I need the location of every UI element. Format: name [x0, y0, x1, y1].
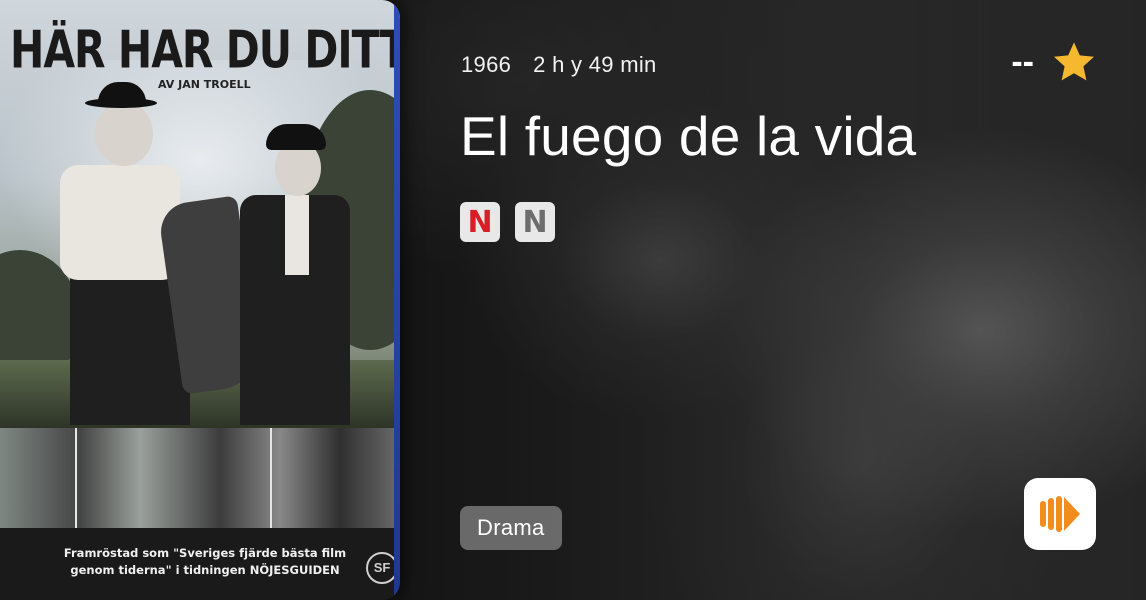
poster-caption-line: Framröstad som "Sveriges fjärde bästa fi… [63, 546, 347, 560]
poster-title: HÄR HAR DU DITT LIV [10, 20, 400, 80]
netflix-icon[interactable]: N [460, 202, 500, 242]
movie-title: El fuego de la vida [460, 105, 917, 167]
poster-strip-divider [270, 428, 272, 528]
rating[interactable]: -- [1011, 38, 1098, 86]
poster-edge [394, 0, 400, 600]
poster-caption: Framröstad som "Sveriges fjärde bästa fi… [60, 545, 350, 579]
streaming-providers: N N [460, 202, 555, 242]
poster-figure-left-head [95, 102, 153, 166]
movie-meta: 1966 2 h y 49 min [461, 52, 657, 78]
poster-photo-strip [0, 428, 400, 528]
poster-caption-line: genom tiderna" i tidningen NÖJESGUIDEN [70, 563, 340, 577]
genre-tag[interactable]: Drama [460, 506, 562, 550]
poster-byline: AV JAN TROELL [158, 78, 251, 91]
star-icon [1054, 42, 1094, 81]
runtime: 2 h y 49 min [533, 52, 657, 77]
play-app-icon [1040, 496, 1080, 532]
netflix-gray-icon[interactable]: N [515, 202, 555, 242]
play-app-button[interactable] [1024, 478, 1096, 550]
poster-figure-right-cap [266, 124, 326, 150]
release-year: 1966 [461, 52, 512, 77]
movie-poster[interactable]: HÄR HAR DU DITT LIV AV JAN TROELL Framrö… [0, 0, 400, 600]
rating-value: -- [1011, 42, 1034, 81]
poster-strip-divider [75, 428, 77, 528]
poster-figure-right-shirt [285, 195, 309, 275]
